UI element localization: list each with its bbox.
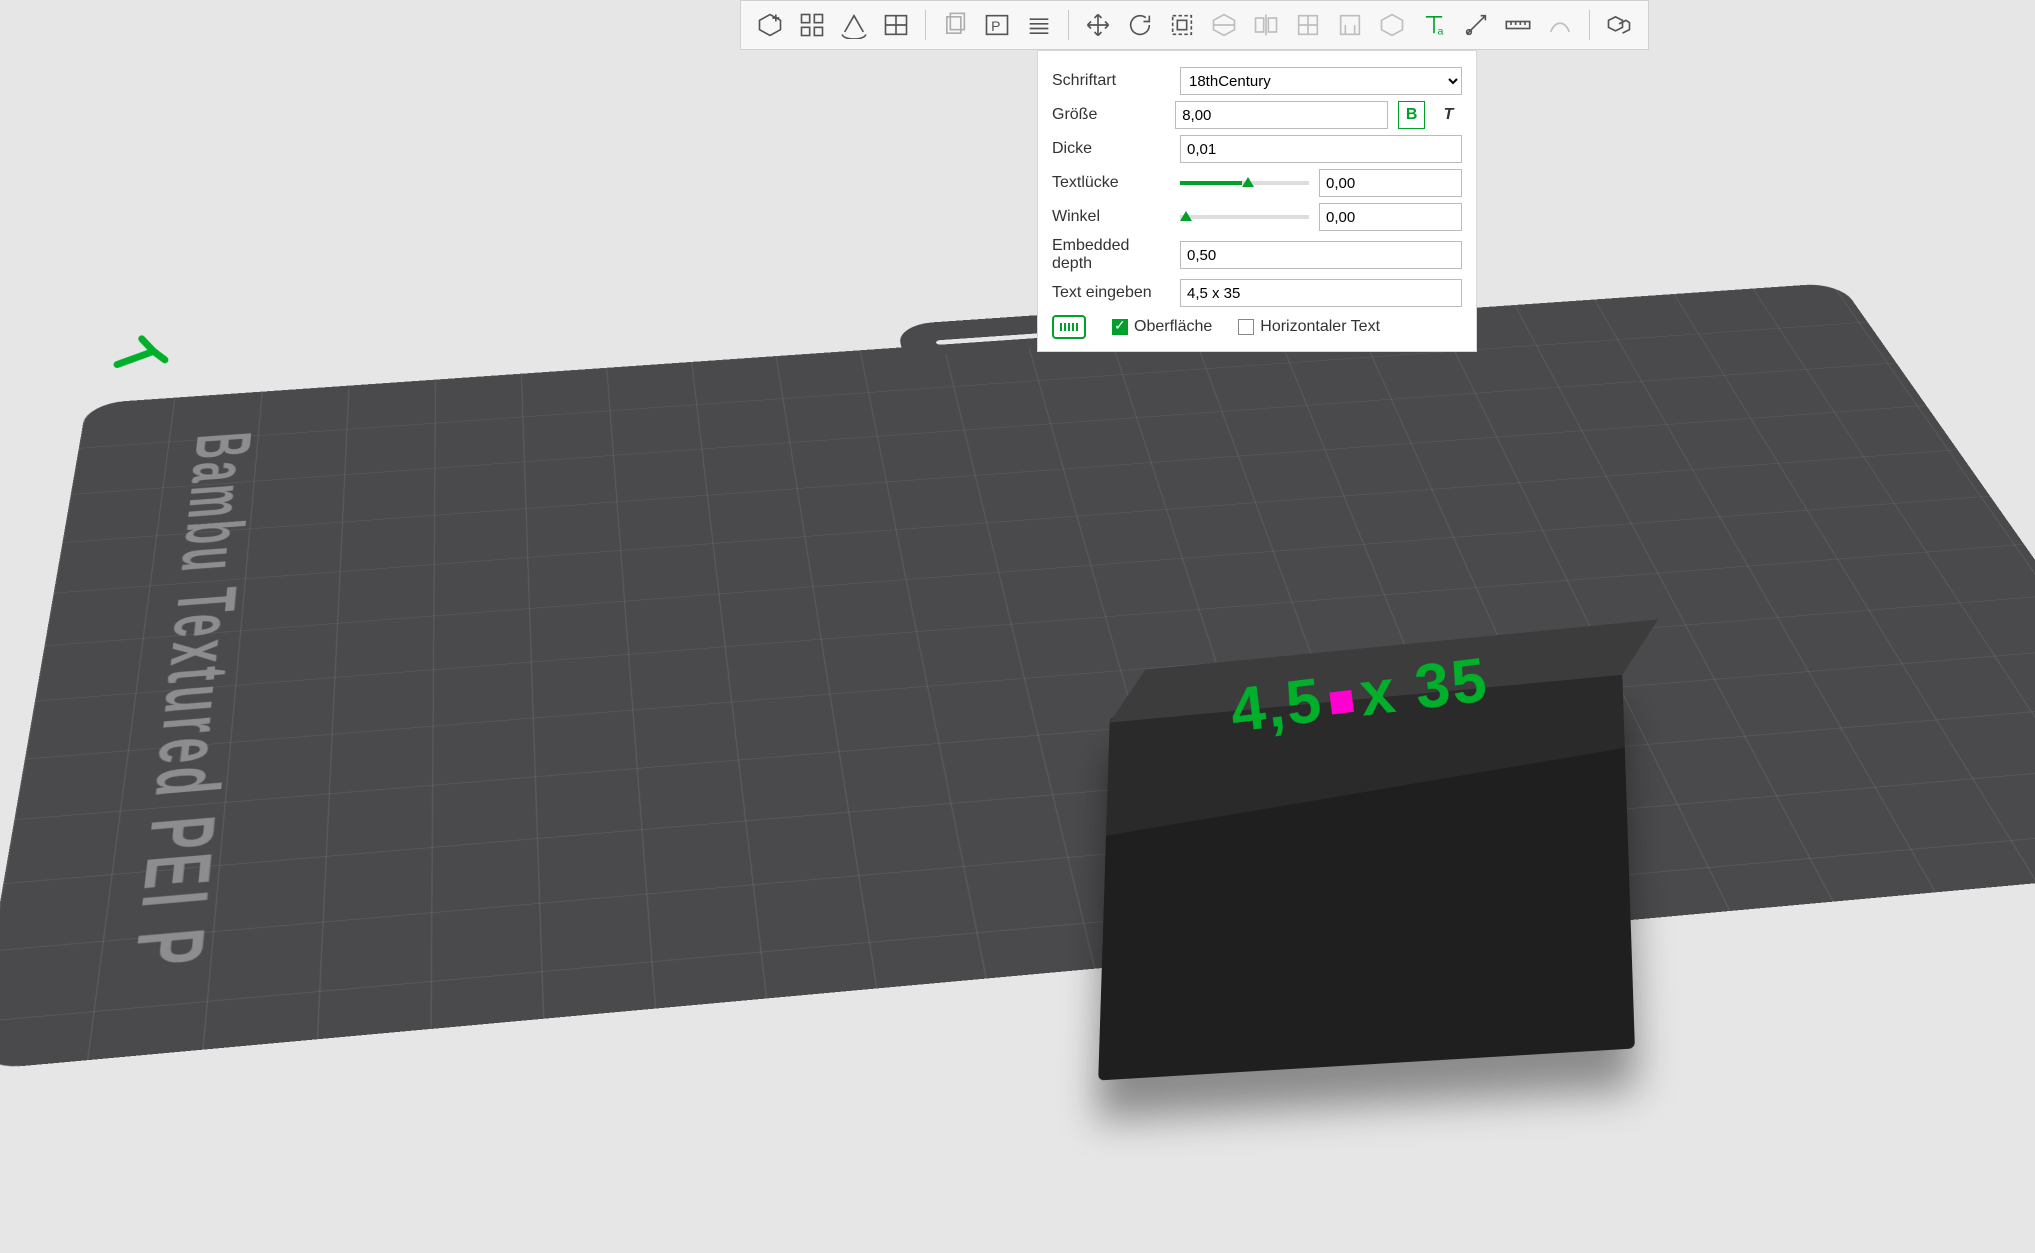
toolbar-separator	[1068, 10, 1069, 40]
keyboard-icon[interactable]	[1052, 315, 1086, 339]
svg-text:P: P	[991, 18, 1000, 34]
size-input[interactable]	[1175, 101, 1388, 129]
tool-arrange-icon[interactable]	[793, 6, 831, 44]
gap-input[interactable]	[1319, 169, 1462, 197]
angle-slider[interactable]	[1180, 215, 1309, 219]
tool-measure-icon[interactable]	[1457, 6, 1495, 44]
model-text-left: 4,5	[1227, 666, 1327, 746]
angle-label: Winkel	[1052, 208, 1170, 226]
tool-cut-icon[interactable]	[1205, 6, 1243, 44]
thickness-input[interactable]	[1180, 135, 1462, 163]
tool-autoorient-icon[interactable]	[835, 6, 873, 44]
axis-indicator-icon	[106, 321, 178, 389]
embed-input[interactable]	[1180, 241, 1462, 269]
tool-clone-icon[interactable]	[936, 6, 974, 44]
tool-mirror-icon[interactable]	[1247, 6, 1285, 44]
tool-ruler-icon[interactable]	[1499, 6, 1537, 44]
tool-support-icon[interactable]	[1331, 6, 1369, 44]
text-input[interactable]	[1180, 279, 1462, 307]
tool-move-icon[interactable]	[1079, 6, 1117, 44]
tool-scale-icon[interactable]	[1163, 6, 1201, 44]
tool-rotate-icon[interactable]	[1121, 6, 1159, 44]
surface-checkbox[interactable]: Oberfläche	[1112, 318, 1212, 336]
embed-label: Embeddeddepth	[1052, 237, 1170, 273]
svg-text:a: a	[1438, 25, 1444, 37]
tool-platesetup-icon[interactable]: P	[978, 6, 1016, 44]
tool-seam-icon[interactable]	[1541, 6, 1579, 44]
plate-label: Bambu Textured PEI P	[112, 430, 267, 975]
tool-assembly-icon[interactable]	[1600, 6, 1638, 44]
italic-button[interactable]: T	[1435, 101, 1462, 129]
text-input-label: Text eingeben	[1052, 284, 1170, 302]
bold-button[interactable]: B	[1398, 101, 1425, 129]
model-text-x: x	[1356, 654, 1420, 729]
tool-add-icon[interactable]	[751, 6, 789, 44]
gap-slider[interactable]	[1180, 181, 1309, 185]
model-object[interactable]	[1098, 669, 1635, 1080]
tool-mesh-icon[interactable]	[1289, 6, 1327, 44]
font-select[interactable]: 18thCentury	[1180, 67, 1462, 95]
horizontal-checkbox[interactable]: Horizontaler Text	[1238, 318, 1380, 336]
angle-input[interactable]	[1319, 203, 1462, 231]
viewport-3d[interactable]: Bambu Textured PEI P 4,5 x 35	[0, 0, 2035, 1253]
model-text-right: 35	[1411, 645, 1492, 722]
tool-layers-icon[interactable]	[1020, 6, 1058, 44]
toolbar-separator	[1589, 10, 1590, 40]
font-label: Schriftart	[1052, 72, 1170, 90]
gap-label: Textlücke	[1052, 174, 1170, 192]
text-tool-panel: Schriftart 18thCentury Größe B T Dicke T…	[1037, 50, 1477, 352]
main-toolbar: P a	[740, 0, 1649, 50]
tool-boolean-icon[interactable]	[1373, 6, 1411, 44]
tool-splitview-icon[interactable]	[877, 6, 915, 44]
size-label: Größe	[1052, 106, 1165, 124]
toolbar-separator	[925, 10, 926, 40]
build-plate: Bambu Textured PEI P	[0, 283, 2035, 1071]
text-gizmo-handle-icon[interactable]	[1330, 690, 1355, 715]
tool-text-icon[interactable]: a	[1415, 6, 1453, 44]
thickness-label: Dicke	[1052, 140, 1170, 158]
